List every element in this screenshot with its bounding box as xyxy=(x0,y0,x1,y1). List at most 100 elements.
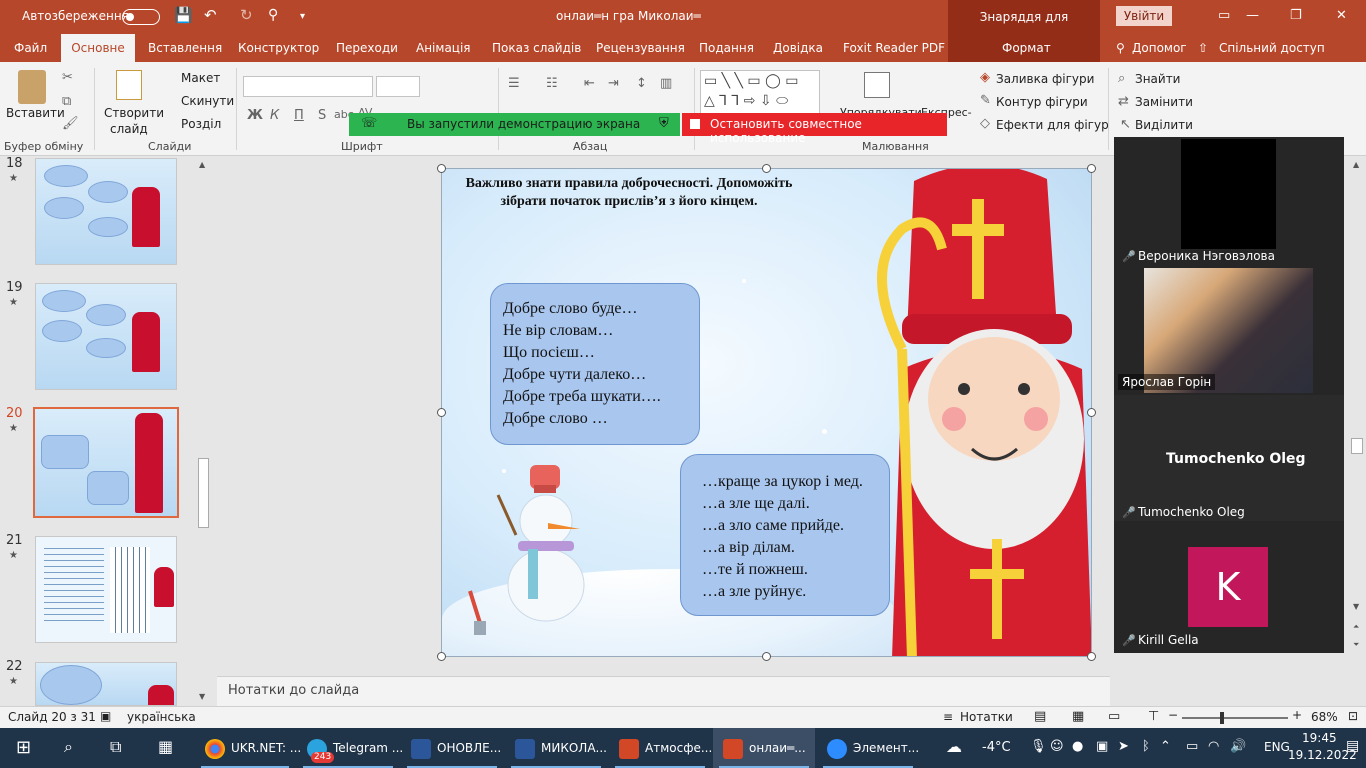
font-size-input[interactable] xyxy=(376,76,420,97)
lightbulb-icon[interactable]: ⚲ xyxy=(1116,41,1125,55)
notes-pane[interactable]: Нотатки до слайда xyxy=(217,676,1110,706)
new-slide-icon[interactable] xyxy=(116,70,142,100)
bullets-icon[interactable]: ☰ xyxy=(508,76,520,91)
chevron-up-icon[interactable]: ⌃ xyxy=(1160,739,1171,754)
strike-button[interactable]: S xyxy=(318,108,326,123)
tray-app-icon[interactable]: ▣ xyxy=(1096,739,1108,754)
scroll-down-icon[interactable]: ▼ xyxy=(199,692,205,701)
next-slide-icon[interactable]: ⏷ xyxy=(1353,640,1359,650)
font-name-input[interactable] xyxy=(243,76,373,97)
taskbar-app-telegram[interactable]: Telegram ... 243 xyxy=(297,728,403,768)
shape-fill-button[interactable]: Заливка фігури xyxy=(996,72,1094,86)
underline-button[interactable]: П xyxy=(294,108,304,123)
stop-share-button[interactable]: Остановить совместное использование xyxy=(682,113,947,145)
increase-indent-icon[interactable]: ⇥ xyxy=(608,76,619,91)
thumbnail-scrollbar[interactable]: ▲ ▼ xyxy=(196,158,211,703)
slideshow-view-icon[interactable]: ⊤ xyxy=(1148,709,1159,724)
taskbar-app-ppt-2[interactable]: онлаи═... xyxy=(713,728,815,768)
resize-handle[interactable] xyxy=(437,164,446,173)
tab-review[interactable]: Рецензування xyxy=(596,41,685,55)
zoom-level[interactable]: 68% xyxy=(1311,710,1338,724)
find-button[interactable]: Знайти xyxy=(1135,72,1180,86)
paste-button[interactable]: Вставити xyxy=(6,106,65,120)
scrollbar-thumb[interactable] xyxy=(1351,438,1363,454)
volume-icon[interactable]: 🔊 xyxy=(1230,739,1246,754)
shapes-gallery[interactable]: ▭ ╲ ╲ ▭ ◯ ▭ △ ⅂ ⅂ ⇨ ⇩ ⬭ xyxy=(700,70,820,114)
paste-icon[interactable] xyxy=(18,70,46,104)
taskbar-app-ppt-1[interactable]: Атмосфе... xyxy=(609,728,712,768)
zoom-slider-thumb[interactable] xyxy=(1220,712,1224,724)
fit-slide-icon[interactable]: ⊡ xyxy=(1348,709,1358,723)
share-button[interactable]: Спільний доступ xyxy=(1219,41,1325,55)
autosave-toggle[interactable] xyxy=(122,9,160,25)
language-label[interactable]: українська xyxy=(127,710,196,724)
sorter-view-icon[interactable]: ▦ xyxy=(1072,709,1084,724)
mic-icon[interactable]: 🎙 xyxy=(1030,739,1047,754)
people-icon[interactable]: ☺ xyxy=(1050,739,1064,754)
select-button[interactable]: Виділити xyxy=(1135,118,1193,132)
thumbnail-slide-18[interactable] xyxy=(35,158,177,265)
bold-button[interactable]: Ж xyxy=(247,108,263,123)
numbering-icon[interactable]: ☷ xyxy=(546,76,558,91)
present-icon[interactable]: ⚲ xyxy=(268,7,278,23)
reset-button[interactable]: Скинути xyxy=(181,94,234,108)
proverb-beginnings-box[interactable]: Добре слово буде… Не вір словам… Що посі… xyxy=(490,283,700,445)
taskbar-app-word-1[interactable]: ОНОВЛЕ... xyxy=(401,728,503,768)
tab-design[interactable]: Конструктор xyxy=(238,41,319,55)
tab-view[interactable]: Подання xyxy=(699,41,754,55)
scrollbar-thumb[interactable] xyxy=(198,458,209,528)
replace-button[interactable]: Замінити xyxy=(1135,95,1193,109)
thumbnail-slide-20[interactable] xyxy=(33,407,179,518)
taskbar-app-word-2[interactable]: МИКОЛА... xyxy=(505,728,607,768)
minimize-icon[interactable]: — xyxy=(1246,8,1259,23)
tab-slideshow[interactable]: Показ слайдів xyxy=(492,41,581,55)
reading-view-icon[interactable]: ▭ xyxy=(1108,709,1120,724)
taskbar-app-zoom[interactable]: Элемент... xyxy=(817,728,919,768)
resize-handle[interactable] xyxy=(1087,164,1096,173)
zoom-out-icon[interactable]: − xyxy=(1168,708,1178,722)
thumbnail-slide-21[interactable] xyxy=(35,536,177,643)
search-icon[interactable]: ⌕ xyxy=(64,737,73,757)
close-icon[interactable]: ✕ xyxy=(1336,8,1347,23)
new-slide-button-2[interactable]: слайд xyxy=(110,122,148,136)
zoom-slider[interactable] xyxy=(1182,717,1288,719)
battery-icon[interactable]: ▭ xyxy=(1186,739,1198,754)
customize-qat-icon[interactable]: ▾ xyxy=(300,11,305,22)
normal-view-icon[interactable]: ▤ xyxy=(1034,709,1046,724)
tab-help[interactable]: Довідка xyxy=(773,41,823,55)
decrease-indent-icon[interactable]: ⇤ xyxy=(584,76,595,91)
shape-effects-button[interactable]: Ефекти для фігур xyxy=(996,118,1109,132)
thumbnail-slide-19[interactable] xyxy=(35,283,177,390)
arrange-icon[interactable] xyxy=(864,72,890,98)
resize-handle[interactable] xyxy=(437,408,446,417)
format-painter-icon[interactable]: 🖌 xyxy=(62,116,79,131)
wifi-icon[interactable]: ◠ xyxy=(1208,739,1219,754)
tell-me-button[interactable]: Допомог xyxy=(1132,41,1187,55)
tab-insert[interactable]: Вставлення xyxy=(148,41,222,55)
sign-in-button[interactable]: Увійти xyxy=(1116,6,1172,26)
bluetooth-icon[interactable]: ᛒ xyxy=(1142,739,1150,754)
share-icon[interactable]: ⇧ xyxy=(1198,41,1208,55)
save-icon[interactable]: 💾 xyxy=(174,6,193,24)
calculator-icon[interactable]: ▦ xyxy=(158,737,173,756)
tab-animations[interactable]: Анімація xyxy=(416,41,471,55)
layout-button[interactable]: Макет xyxy=(181,71,220,85)
tab-transitions[interactable]: Переходи xyxy=(336,41,398,55)
columns-icon[interactable]: ▥ xyxy=(660,76,672,91)
input-language[interactable]: ENG xyxy=(1264,740,1290,754)
copy-icon[interactable]: ⧉ xyxy=(62,94,71,109)
scroll-up-icon[interactable]: ▲ xyxy=(1353,160,1359,169)
section-button[interactable]: Розділ xyxy=(181,117,221,131)
resize-handle[interactable] xyxy=(1087,408,1096,417)
tab-format[interactable]: Формат xyxy=(1002,41,1051,55)
redo-icon[interactable]: ↻ xyxy=(240,6,253,24)
telegram-tray-icon[interactable]: ➤ xyxy=(1118,739,1129,754)
tab-file[interactable]: Файл xyxy=(14,41,47,55)
windows-start-icon[interactable]: ⊞ xyxy=(16,737,31,758)
weather-cloud-icon[interactable]: ☁ xyxy=(946,737,962,756)
ribbon-display-icon[interactable]: ▭ xyxy=(1218,8,1230,23)
scroll-up-icon[interactable]: ▲ xyxy=(199,160,205,169)
prev-slide-icon[interactable]: ⏶ xyxy=(1353,622,1359,632)
tab-foxit[interactable]: Foxit Reader PDF xyxy=(843,41,945,55)
slide-scrollbar[interactable]: ▲ ▼ ⏶ ⏷ xyxy=(1348,156,1366,706)
